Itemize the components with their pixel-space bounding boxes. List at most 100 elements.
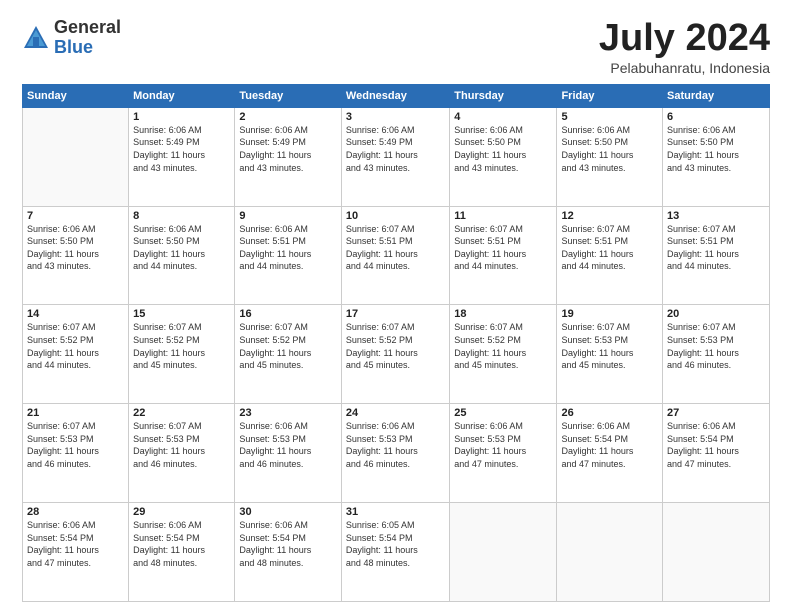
calendar-body: 1Sunrise: 6:06 AMSunset: 5:49 PMDaylight…	[23, 107, 770, 601]
calendar-cell: 7Sunrise: 6:06 AMSunset: 5:50 PMDaylight…	[23, 206, 129, 305]
day-number: 31	[346, 506, 445, 518]
calendar-week-5: 28Sunrise: 6:06 AMSunset: 5:54 PMDayligh…	[23, 503, 770, 602]
calendar-cell: 10Sunrise: 6:07 AMSunset: 5:51 PMDayligh…	[341, 206, 449, 305]
day-number: 14	[27, 308, 124, 320]
day-info: Sunrise: 6:07 AMSunset: 5:51 PMDaylight:…	[346, 223, 445, 273]
location-subtitle: Pelabuhanratu, Indonesia	[599, 60, 770, 76]
calendar-cell: 3Sunrise: 6:06 AMSunset: 5:49 PMDaylight…	[341, 107, 449, 206]
calendar-cell: 9Sunrise: 6:06 AMSunset: 5:51 PMDaylight…	[235, 206, 342, 305]
title-block: July 2024 Pelabuhanratu, Indonesia	[599, 18, 770, 76]
calendar-cell: 23Sunrise: 6:06 AMSunset: 5:53 PMDayligh…	[235, 404, 342, 503]
day-number: 8	[133, 210, 230, 222]
logo: General Blue	[22, 18, 121, 58]
calendar-week-3: 14Sunrise: 6:07 AMSunset: 5:52 PMDayligh…	[23, 305, 770, 404]
day-info: Sunrise: 6:06 AMSunset: 5:51 PMDaylight:…	[239, 223, 337, 273]
day-number: 4	[454, 111, 552, 123]
day-info: Sunrise: 6:07 AMSunset: 5:52 PMDaylight:…	[346, 321, 445, 371]
day-number: 23	[239, 407, 337, 419]
calendar-cell: 12Sunrise: 6:07 AMSunset: 5:51 PMDayligh…	[557, 206, 663, 305]
day-info: Sunrise: 6:07 AMSunset: 5:52 PMDaylight:…	[239, 321, 337, 371]
calendar-cell: 18Sunrise: 6:07 AMSunset: 5:52 PMDayligh…	[450, 305, 557, 404]
logo-blue: Blue	[54, 38, 121, 58]
day-number: 29	[133, 506, 230, 518]
day-info: Sunrise: 6:06 AMSunset: 5:50 PMDaylight:…	[561, 124, 658, 174]
day-number: 25	[454, 407, 552, 419]
day-number: 12	[561, 210, 658, 222]
calendar-cell: 22Sunrise: 6:07 AMSunset: 5:53 PMDayligh…	[129, 404, 235, 503]
col-monday: Monday	[129, 84, 235, 107]
calendar-cell	[450, 503, 557, 602]
day-number: 10	[346, 210, 445, 222]
calendar-header: Sunday Monday Tuesday Wednesday Thursday…	[23, 84, 770, 107]
day-info: Sunrise: 6:06 AMSunset: 5:50 PMDaylight:…	[667, 124, 765, 174]
day-number: 27	[667, 407, 765, 419]
calendar-cell: 20Sunrise: 6:07 AMSunset: 5:53 PMDayligh…	[663, 305, 770, 404]
day-info: Sunrise: 6:06 AMSunset: 5:50 PMDaylight:…	[27, 223, 124, 273]
day-info: Sunrise: 6:07 AMSunset: 5:53 PMDaylight:…	[133, 420, 230, 470]
day-info: Sunrise: 6:06 AMSunset: 5:53 PMDaylight:…	[239, 420, 337, 470]
col-tuesday: Tuesday	[235, 84, 342, 107]
day-info: Sunrise: 6:06 AMSunset: 5:49 PMDaylight:…	[239, 124, 337, 174]
calendar-cell: 2Sunrise: 6:06 AMSunset: 5:49 PMDaylight…	[235, 107, 342, 206]
day-number: 9	[239, 210, 337, 222]
day-info: Sunrise: 6:06 AMSunset: 5:54 PMDaylight:…	[667, 420, 765, 470]
logo-text: General Blue	[54, 18, 121, 58]
day-number: 18	[454, 308, 552, 320]
col-wednesday: Wednesday	[341, 84, 449, 107]
day-number: 20	[667, 308, 765, 320]
logo-general: General	[54, 18, 121, 38]
day-number: 28	[27, 506, 124, 518]
calendar-cell: 11Sunrise: 6:07 AMSunset: 5:51 PMDayligh…	[450, 206, 557, 305]
header-row: Sunday Monday Tuesday Wednesday Thursday…	[23, 84, 770, 107]
calendar-cell: 17Sunrise: 6:07 AMSunset: 5:52 PMDayligh…	[341, 305, 449, 404]
day-number: 17	[346, 308, 445, 320]
col-friday: Friday	[557, 84, 663, 107]
day-number: 11	[454, 210, 552, 222]
day-number: 16	[239, 308, 337, 320]
day-number: 19	[561, 308, 658, 320]
day-info: Sunrise: 6:06 AMSunset: 5:54 PMDaylight:…	[27, 519, 124, 569]
day-info: Sunrise: 6:07 AMSunset: 5:53 PMDaylight:…	[27, 420, 124, 470]
calendar-table: Sunday Monday Tuesday Wednesday Thursday…	[22, 84, 770, 602]
day-info: Sunrise: 6:07 AMSunset: 5:52 PMDaylight:…	[27, 321, 124, 371]
day-number: 24	[346, 407, 445, 419]
calendar-cell: 1Sunrise: 6:06 AMSunset: 5:49 PMDaylight…	[129, 107, 235, 206]
col-sunday: Sunday	[23, 84, 129, 107]
day-info: Sunrise: 6:07 AMSunset: 5:53 PMDaylight:…	[667, 321, 765, 371]
calendar-cell: 31Sunrise: 6:05 AMSunset: 5:54 PMDayligh…	[341, 503, 449, 602]
day-number: 15	[133, 308, 230, 320]
col-saturday: Saturday	[663, 84, 770, 107]
calendar-cell: 16Sunrise: 6:07 AMSunset: 5:52 PMDayligh…	[235, 305, 342, 404]
calendar-cell	[23, 107, 129, 206]
calendar-week-2: 7Sunrise: 6:06 AMSunset: 5:50 PMDaylight…	[23, 206, 770, 305]
day-info: Sunrise: 6:07 AMSunset: 5:52 PMDaylight:…	[133, 321, 230, 371]
day-info: Sunrise: 6:06 AMSunset: 5:54 PMDaylight:…	[239, 519, 337, 569]
logo-icon	[22, 24, 50, 52]
month-title: July 2024	[599, 18, 770, 60]
calendar-cell: 14Sunrise: 6:07 AMSunset: 5:52 PMDayligh…	[23, 305, 129, 404]
calendar-cell: 25Sunrise: 6:06 AMSunset: 5:53 PMDayligh…	[450, 404, 557, 503]
day-number: 21	[27, 407, 124, 419]
header: General Blue July 2024 Pelabuhanratu, In…	[22, 18, 770, 76]
day-info: Sunrise: 6:06 AMSunset: 5:49 PMDaylight:…	[133, 124, 230, 174]
calendar-cell: 5Sunrise: 6:06 AMSunset: 5:50 PMDaylight…	[557, 107, 663, 206]
day-info: Sunrise: 6:06 AMSunset: 5:53 PMDaylight:…	[346, 420, 445, 470]
calendar-week-4: 21Sunrise: 6:07 AMSunset: 5:53 PMDayligh…	[23, 404, 770, 503]
calendar-cell	[557, 503, 663, 602]
day-info: Sunrise: 6:06 AMSunset: 5:49 PMDaylight:…	[346, 124, 445, 174]
day-info: Sunrise: 6:07 AMSunset: 5:51 PMDaylight:…	[561, 223, 658, 273]
day-info: Sunrise: 6:06 AMSunset: 5:50 PMDaylight:…	[454, 124, 552, 174]
page: General Blue July 2024 Pelabuhanratu, In…	[0, 0, 792, 612]
day-number: 30	[239, 506, 337, 518]
calendar-cell: 13Sunrise: 6:07 AMSunset: 5:51 PMDayligh…	[663, 206, 770, 305]
calendar-cell: 4Sunrise: 6:06 AMSunset: 5:50 PMDaylight…	[450, 107, 557, 206]
day-number: 2	[239, 111, 337, 123]
calendar-cell: 30Sunrise: 6:06 AMSunset: 5:54 PMDayligh…	[235, 503, 342, 602]
day-info: Sunrise: 6:06 AMSunset: 5:54 PMDaylight:…	[133, 519, 230, 569]
calendar-cell: 19Sunrise: 6:07 AMSunset: 5:53 PMDayligh…	[557, 305, 663, 404]
calendar-cell: 21Sunrise: 6:07 AMSunset: 5:53 PMDayligh…	[23, 404, 129, 503]
day-info: Sunrise: 6:07 AMSunset: 5:51 PMDaylight:…	[667, 223, 765, 273]
day-info: Sunrise: 6:05 AMSunset: 5:54 PMDaylight:…	[346, 519, 445, 569]
calendar-cell: 6Sunrise: 6:06 AMSunset: 5:50 PMDaylight…	[663, 107, 770, 206]
day-number: 3	[346, 111, 445, 123]
